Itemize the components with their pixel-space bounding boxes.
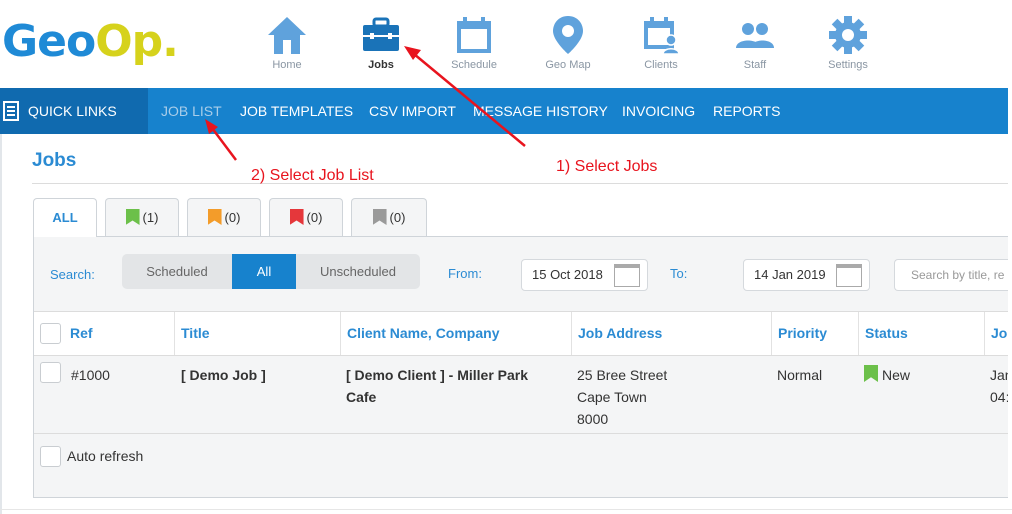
gear-icon <box>829 16 867 54</box>
menu-bar: QUICK LINKS JOB LIST JOB TEMPLATES CSV I… <box>0 88 1008 134</box>
address-line-1: 25 Bree Street <box>577 367 668 383</box>
nav-home[interactable]: Home <box>247 14 327 71</box>
bottom-divider <box>0 509 1012 510</box>
cell-status: New <box>864 364 910 386</box>
nav-clients[interactable]: Clients <box>621 14 701 71</box>
tab-orange-flag[interactable]: (0) <box>187 198 261 236</box>
tab-grey-flag[interactable]: (0) <box>351 198 427 236</box>
tab-label: ALL <box>52 210 78 225</box>
to-date-field[interactable]: 14 Jan 2019 <box>743 259 870 291</box>
client-line-1: [ Demo Client ] - Miller Park <box>346 367 529 383</box>
cell-title[interactable]: [ Demo Job ] <box>181 364 266 386</box>
menu-csv-import[interactable]: CSV IMPORT <box>369 88 456 134</box>
from-date-value: 15 Oct 2018 <box>532 267 603 282</box>
column-job-address[interactable]: Job Address <box>571 312 771 355</box>
auto-refresh-checkbox[interactable] <box>40 446 61 467</box>
column-ref[interactable]: Ref <box>64 312 174 355</box>
green-flag-icon <box>864 365 878 382</box>
column-title[interactable]: Title <box>174 312 340 355</box>
title-divider <box>32 183 1008 184</box>
column-client[interactable]: Client Name, Company <box>340 312 571 355</box>
tab-count: (1) <box>142 210 159 225</box>
nav-label: Geo Map <box>545 59 591 71</box>
from-date-field[interactable]: 15 Oct 2018 <box>521 259 648 291</box>
menu-reports[interactable]: REPORTS <box>713 88 780 134</box>
client-calendar-icon <box>644 17 680 55</box>
from-label: From: <box>448 266 482 281</box>
menu-job-list[interactable]: JOB LIST <box>161 88 222 134</box>
list-icon <box>3 101 19 121</box>
cell-job-date: Jan 04: <box>990 364 1008 408</box>
grey-flag-icon <box>372 209 387 225</box>
nav-settings[interactable]: Settings <box>808 14 888 71</box>
page-title: Jobs <box>32 150 77 171</box>
menu-invoicing[interactable]: INVOICING <box>622 88 695 134</box>
calendar-icon[interactable] <box>836 264 862 287</box>
annotation-step-2: 2) Select Job List <box>251 167 374 184</box>
segment-all[interactable]: All <box>232 254 296 289</box>
green-flag-icon <box>125 209 140 225</box>
tab-green-flag[interactable]: (1) <box>105 198 179 236</box>
tab-count: (0) <box>306 210 323 225</box>
client-line-2: Cafe <box>346 389 377 405</box>
home-icon <box>268 17 306 54</box>
column-status[interactable]: Status <box>858 312 984 355</box>
nav-jobs[interactable]: Jobs <box>341 14 421 71</box>
menu-message-history[interactable]: MESSAGE HISTORY <box>473 88 608 134</box>
address-line-2: Cape Town <box>577 389 647 405</box>
nav-label: Clients <box>644 59 678 71</box>
nav-geo-map[interactable]: Geo Map <box>528 14 608 71</box>
column-priority[interactable]: Priority <box>771 312 858 355</box>
nav-label: Home <box>272 59 302 71</box>
quick-links-button[interactable]: QUICK LINKS <box>0 88 148 134</box>
column-job-date[interactable]: Jo <box>984 312 1008 355</box>
nav-schedule[interactable]: Schedule <box>434 14 514 71</box>
left-rail <box>0 134 2 514</box>
segment-unscheduled[interactable]: Unscheduled <box>296 254 420 289</box>
cell-ref: #1000 <box>71 367 110 383</box>
tab-all[interactable]: ALL <box>33 198 97 237</box>
red-flag-icon <box>289 209 304 225</box>
top-header: GeoOp. Home Jobs Schedule Geo Map Client… <box>0 0 1012 88</box>
status-text: New <box>882 367 911 383</box>
logo-text-geo: Geo <box>2 16 96 67</box>
table-header: Ref Title Client Name, Company Job Addre… <box>34 311 1008 356</box>
tab-count: (0) <box>224 210 241 225</box>
calendar-icon <box>457 17 491 53</box>
nav-label: Jobs <box>368 59 394 71</box>
cell-client: [ Demo Client ] - Miller Park Cafe <box>346 364 528 408</box>
auto-refresh-label: Auto refresh <box>67 448 144 464</box>
job-date-line-1: Jan <box>990 367 1008 383</box>
table-row[interactable]: #1000 [ Demo Job ] [ Demo Client ] - Mil… <box>34 356 1008 434</box>
quick-links-label: QUICK LINKS <box>28 103 117 119</box>
logo-text-op: Op. <box>95 16 179 67</box>
nav-label: Settings <box>828 59 868 71</box>
annotation-step-1: 1) Select Jobs <box>556 158 658 175</box>
to-label: To: <box>670 266 688 281</box>
to-date-value: 14 Jan 2019 <box>754 267 826 282</box>
menu-job-templates[interactable]: JOB TEMPLATES <box>240 88 353 134</box>
select-all-checkbox[interactable] <box>40 323 61 344</box>
nav-label: Staff <box>743 59 767 71</box>
cell-priority: Normal <box>777 367 823 383</box>
users-icon <box>736 23 774 48</box>
orange-flag-icon <box>207 209 222 225</box>
nav-label: Schedule <box>451 59 497 71</box>
row-checkbox[interactable] <box>40 362 61 383</box>
cell-address: 25 Bree Street Cape Town 8000 <box>577 364 667 430</box>
job-date-line-2: 04: <box>990 389 1008 405</box>
geoop-logo[interactable]: GeoOp. <box>2 14 179 70</box>
tab-count: (0) <box>389 210 406 225</box>
search-label: Search: <box>50 267 95 282</box>
search-input[interactable] <box>894 259 1008 291</box>
briefcase-icon <box>363 17 399 51</box>
address-line-3: 8000 <box>577 411 609 427</box>
map-pin-icon <box>553 16 583 54</box>
nav-staff[interactable]: Staff <box>715 14 795 71</box>
tab-red-flag[interactable]: (0) <box>269 198 343 236</box>
segment-scheduled[interactable]: Scheduled <box>122 254 232 289</box>
calendar-icon[interactable] <box>614 264 640 287</box>
